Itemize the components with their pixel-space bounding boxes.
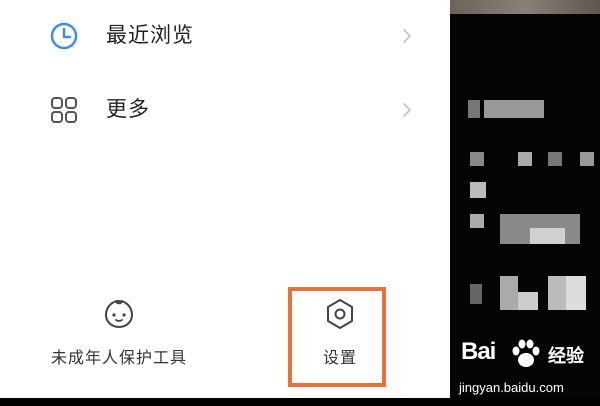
pixel-block [470, 182, 486, 198]
pixel-block [468, 100, 480, 118]
pixel-block [470, 214, 484, 228]
grid-icon [51, 97, 77, 123]
bottom-edge [0, 398, 600, 406]
pixel-block [500, 276, 518, 310]
pixel-block [470, 152, 484, 166]
chevron-right-icon [403, 29, 411, 43]
baby-face-icon [104, 299, 134, 329]
watermark-url: jingyan.baidu.com [459, 380, 564, 395]
pixel-block [566, 276, 586, 310]
paw-icon [512, 339, 540, 367]
youth-protection-label: 未成年人保护工具 [50, 348, 187, 367]
menu-item-label: 更多 [106, 97, 150, 121]
baidu-jingyan-watermark: Bai 经验 jingyan.baidu.com [455, 338, 600, 402]
watermark-suffix: 经验 [548, 346, 584, 367]
pixel-block [548, 152, 562, 166]
clock-icon [50, 22, 78, 50]
highlight-annotation [288, 287, 386, 387]
pixel-block [518, 152, 532, 166]
blurred-image-strip [450, 0, 600, 14]
youth-protection-button[interactable]: 未成年人保护工具 [44, 296, 194, 368]
watermark-logo: Bai [461, 338, 496, 365]
pixel-block [548, 276, 566, 310]
pixel-block [484, 100, 544, 118]
menu-item-recent[interactable]: 最近浏览 [0, 5, 450, 65]
menu-item-label: 最近浏览 [106, 23, 194, 47]
pixel-block [470, 284, 482, 304]
chevron-right-icon [403, 103, 411, 117]
pixel-block [530, 228, 565, 244]
pixel-block [580, 152, 594, 166]
side-drawer: 最近浏览 更多 未成年人保护工具 设置 [0, 0, 450, 398]
menu-item-more[interactable]: 更多 [0, 79, 450, 139]
pixel-block [518, 292, 538, 310]
